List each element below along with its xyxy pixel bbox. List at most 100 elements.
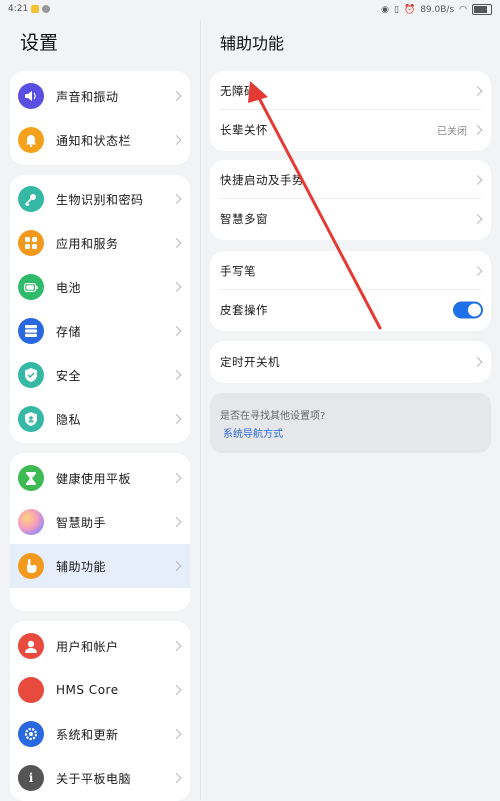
system-icon bbox=[18, 721, 44, 747]
storage-icon bbox=[18, 318, 44, 344]
chevron-right-icon bbox=[171, 238, 182, 248]
accessibility-card-4: 定时开关机 bbox=[210, 341, 491, 383]
accessibility-card-3: 手写笔 皮套操作 bbox=[210, 251, 491, 331]
status-left: 4:21 bbox=[8, 4, 51, 14]
chevron-right-icon bbox=[171, 370, 182, 380]
settings-item-hms[interactable]: HMS Core bbox=[10, 668, 190, 712]
item-scheduled-power[interactable]: 定时开关机 bbox=[210, 341, 491, 383]
battery-icon bbox=[18, 274, 44, 300]
settings-item-storage[interactable]: 存储 bbox=[10, 309, 190, 353]
settings-item-privacy[interactable]: 隐私 bbox=[10, 397, 190, 441]
chevron-right-icon bbox=[171, 729, 182, 739]
settings-item-system[interactable]: 系统和更新 bbox=[10, 712, 190, 756]
vibrate-icon: ▯ bbox=[394, 4, 399, 15]
wifi-icon: ◠ bbox=[459, 4, 467, 15]
chevron-right-icon bbox=[171, 326, 182, 336]
item-label: 皮套操作 bbox=[220, 302, 268, 317]
notification-icon bbox=[31, 5, 40, 13]
cover-toggle[interactable] bbox=[453, 301, 483, 318]
settings-item-label: 关于平板电脑 bbox=[56, 771, 132, 786]
chevron-right-icon bbox=[472, 174, 483, 185]
chevron-right-icon bbox=[472, 357, 483, 367]
alarm-icon: ⏰ bbox=[403, 4, 416, 15]
other-settings-hint: 是否在寻找其他设置项? 系统导航方式 bbox=[210, 393, 491, 453]
settings-item-label: 应用和服务 bbox=[56, 236, 119, 251]
speed-readout: 89.0B/s bbox=[420, 4, 455, 15]
settings-item-label: 通知和状态栏 bbox=[56, 133, 132, 148]
settings-item-notification[interactable]: 通知和状态栏 bbox=[10, 118, 190, 162]
hand-icon bbox=[18, 553, 44, 579]
item-label: 智慧多窗 bbox=[220, 211, 268, 226]
hint-question: 是否在寻找其他设置项? bbox=[220, 411, 326, 422]
chevron-right-icon bbox=[472, 124, 483, 135]
hms-icon bbox=[18, 677, 44, 703]
chevron-right-icon bbox=[171, 517, 182, 527]
settings-group-3: 健康使用平板 智慧助手 辅助功能 bbox=[10, 453, 190, 611]
settings-item-security[interactable]: 安全 bbox=[10, 353, 190, 397]
settings-item-health[interactable]: 健康使用平板 bbox=[10, 456, 190, 500]
settings-item-label: 安全 bbox=[56, 368, 82, 383]
item-value: 已关闭 bbox=[437, 126, 467, 137]
eye-icon: ◉ bbox=[381, 4, 390, 15]
item-stylus[interactable]: 手写笔 bbox=[210, 251, 491, 290]
item-cover-operation: 皮套操作 bbox=[210, 290, 491, 329]
settings-item-label: 电池 bbox=[56, 280, 82, 295]
item-label: 快捷启动及手势 bbox=[220, 172, 304, 187]
user-icon bbox=[18, 633, 44, 659]
battery-icon-status bbox=[472, 4, 492, 15]
chevron-right-icon bbox=[171, 282, 182, 292]
chevron-right-icon bbox=[171, 473, 182, 483]
settings-item-label: 智慧助手 bbox=[56, 515, 107, 530]
item-label: 无障碍 bbox=[220, 83, 256, 98]
assistant-icon bbox=[18, 509, 44, 535]
settings-item-accessibility[interactable]: 辅助功能 bbox=[10, 544, 190, 588]
settings-item-label: 存储 bbox=[56, 324, 82, 339]
settings-group-1: 声音和振动 通知和状态栏 bbox=[10, 71, 190, 165]
bell-icon bbox=[18, 127, 44, 153]
chat-icon bbox=[42, 5, 51, 13]
item-label: 手写笔 bbox=[220, 263, 256, 278]
settings-item-sound[interactable]: 声音和振动 bbox=[10, 74, 190, 118]
item-label: 长辈关怀 bbox=[220, 122, 268, 137]
system-navigation-link[interactable]: 系统导航方式 bbox=[223, 425, 283, 440]
info-icon: i bbox=[18, 765, 44, 791]
key-icon bbox=[18, 186, 44, 212]
hourglass-icon bbox=[18, 465, 44, 491]
item-multi-window[interactable]: 智慧多窗 bbox=[210, 199, 491, 238]
chevron-right-icon bbox=[171, 414, 182, 424]
privacy-icon bbox=[18, 406, 44, 432]
settings-item-users[interactable]: 用户和帐户 bbox=[10, 624, 190, 668]
apps-icon bbox=[18, 230, 44, 256]
item-shortcuts-gestures[interactable]: 快捷启动及手势 bbox=[210, 160, 491, 199]
status-right: ◉ ▯ ⏰ 89.0B/s ◠ bbox=[381, 4, 492, 15]
accessibility-pane: 辅助功能 无障碍 长辈关怀 已关闭 快捷启动及手势 智慧多窗 手写笔 皮套操作 … bbox=[201, 20, 500, 800]
chevron-right-icon bbox=[171, 194, 182, 204]
accessibility-card-1: 无障碍 长辈关怀 已关闭 bbox=[210, 71, 491, 151]
settings-item-biometrics[interactable]: 生物识别和密码 bbox=[10, 177, 190, 221]
status-time: 4:21 bbox=[8, 4, 29, 14]
item-elder-care[interactable]: 长辈关怀 已关闭 bbox=[210, 110, 491, 149]
settings-item-label: 声音和振动 bbox=[56, 89, 119, 104]
settings-item-label: HMS Core bbox=[56, 683, 119, 697]
settings-item-label: 生物识别和密码 bbox=[56, 192, 144, 207]
chevron-right-icon bbox=[472, 85, 483, 96]
item-barrier-free[interactable]: 无障碍 bbox=[210, 71, 491, 110]
chevron-right-icon bbox=[171, 91, 182, 101]
chevron-right-icon bbox=[472, 213, 483, 224]
page-title: 设置 bbox=[20, 32, 59, 54]
status-bar: 4:21 ◉ ▯ ⏰ 89.0B/s ◠ bbox=[0, 0, 500, 20]
settings-item-apps[interactable]: 应用和服务 bbox=[10, 221, 190, 265]
settings-item-label: 隐私 bbox=[56, 412, 82, 427]
settings-item-about[interactable]: i 关于平板电脑 bbox=[10, 756, 190, 800]
chevron-right-icon bbox=[171, 641, 182, 651]
chevron-right-icon bbox=[171, 773, 182, 783]
settings-item-battery[interactable]: 电池 bbox=[10, 265, 190, 309]
settings-pane: 设置 声音和振动 通知和状态栏 生物识别和密码 应用和服务 电池 存储 安全 隐… bbox=[0, 20, 200, 801]
chevron-right-icon bbox=[171, 135, 182, 145]
settings-group-4: 用户和帐户 HMS Core 系统和更新 i 关于平板电脑 bbox=[10, 621, 190, 801]
settings-group-2: 生物识别和密码 应用和服务 电池 存储 安全 隐私 bbox=[10, 175, 190, 443]
settings-item-assistant[interactable]: 智慧助手 bbox=[10, 500, 190, 544]
accessibility-card-2: 快捷启动及手势 智慧多窗 bbox=[210, 160, 491, 240]
detail-title: 辅助功能 bbox=[220, 34, 285, 53]
settings-item-label: 健康使用平板 bbox=[56, 471, 132, 486]
